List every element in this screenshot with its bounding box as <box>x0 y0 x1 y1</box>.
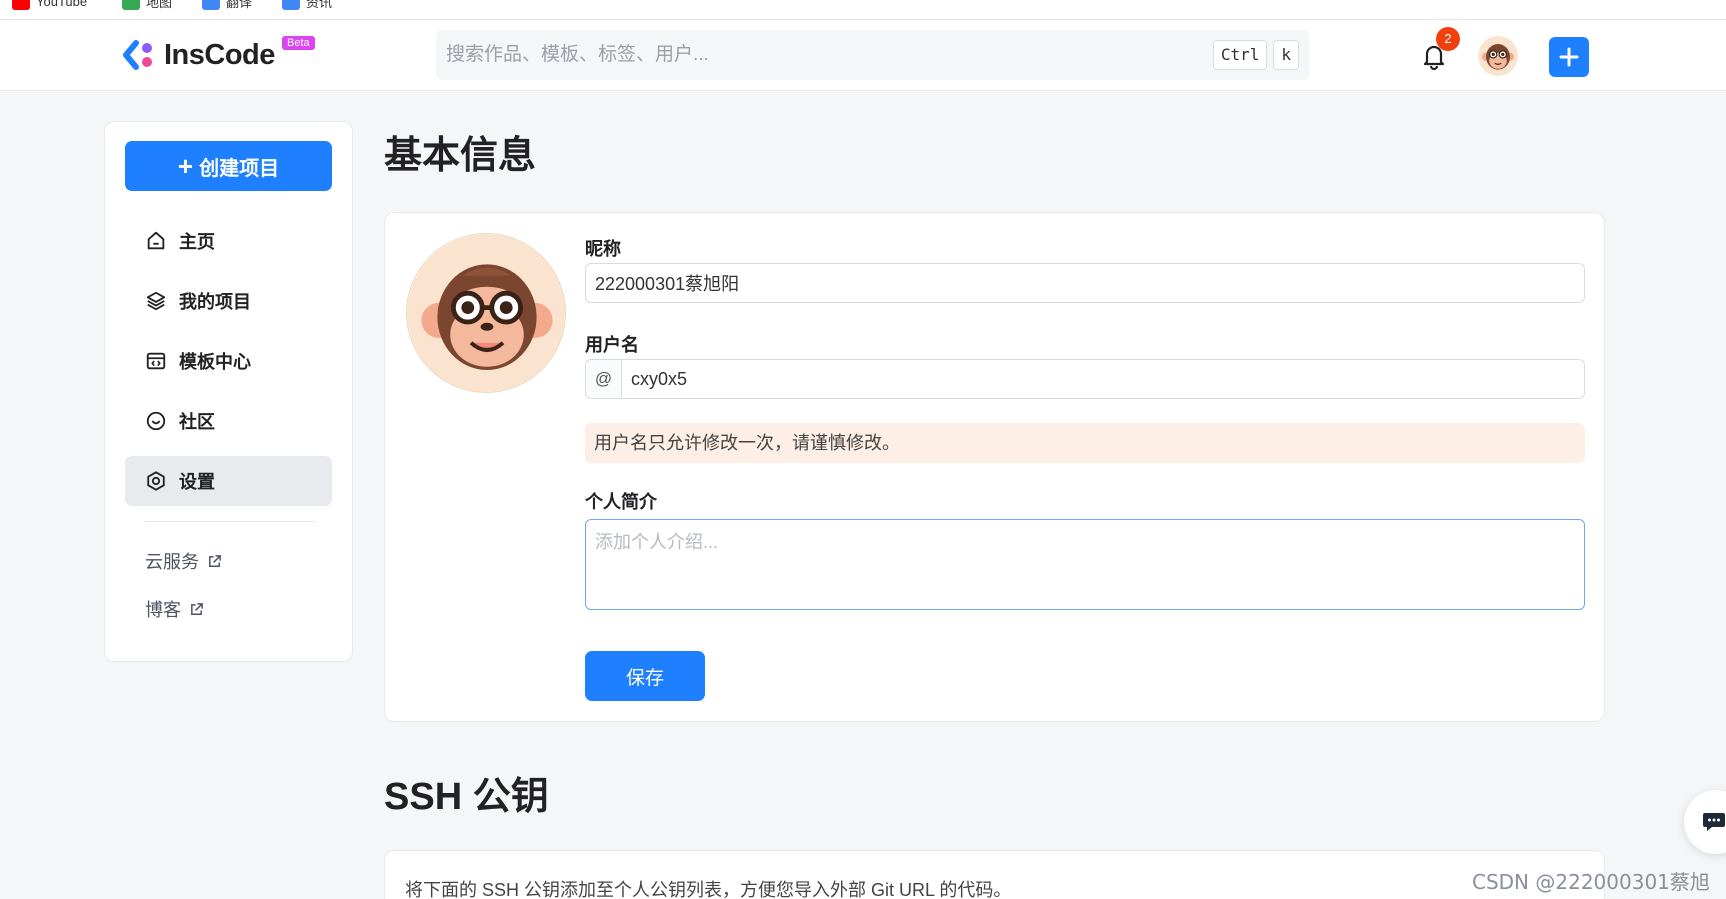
username-warning: 用户名只允许修改一次，请谨慎修改。 <box>585 423 1585 463</box>
chat-float-button[interactable] <box>1684 790 1726 854</box>
settings-icon <box>147 471 165 491</box>
beta-badge: Beta <box>282 36 315 50</box>
bookmark-translate[interactable]: 翻译 <box>202 0 252 10</box>
sidebar-item-settings[interactable]: 设置 <box>125 456 332 506</box>
external-link-icon <box>209 554 221 567</box>
translate-icon <box>202 0 220 10</box>
bookmark-maps[interactable]: 地图 <box>122 0 172 10</box>
news-icon <box>282 0 300 10</box>
nickname-label: 昵称 <box>585 239 621 259</box>
template-icon <box>146 352 166 370</box>
csdn-watermark: CSDN @222000301蔡旭阳 <box>1472 870 1710 894</box>
sidebar-link-blog[interactable]: 博客 <box>145 596 204 622</box>
user-avatar[interactable] <box>1478 36 1518 76</box>
sidebar-divider <box>145 521 315 522</box>
notification-badge: 2 <box>1436 27 1460 51</box>
plus-icon <box>1559 47 1579 67</box>
shortcut-key-k: k <box>1273 40 1299 70</box>
nickname-input[interactable] <box>586 264 1584 302</box>
sidebar-item-my-projects[interactable]: 我的项目 <box>125 276 332 326</box>
monkey-avatar-icon <box>407 234 565 392</box>
sidebar: + 创建项目 主页 我的项目 模板中心 社区 设置 云服务 博客 <box>104 121 353 662</box>
ssh-description: 将下面的 SSH 公钥添加至个人公钥列表，方便您导入外部 Git URL 的代码… <box>405 880 1012 899</box>
monkey-avatar-icon <box>1478 36 1518 76</box>
sidebar-link-cloud-service[interactable]: 云服务 <box>145 548 222 574</box>
bookmark-youtube[interactable]: YouTube <box>12 0 87 10</box>
plus-icon: + <box>177 151 194 181</box>
save-button[interactable]: 保存 <box>585 651 705 701</box>
username-label: 用户名 <box>585 335 639 355</box>
browser-bookmarks-bar: YouTube 地图 翻译 资讯 <box>0 0 1726 20</box>
sidebar-item-home[interactable]: 主页 <box>125 216 332 266</box>
create-project-button[interactable]: + 创建项目 <box>125 141 332 191</box>
header-add-button[interactable] <box>1549 37 1589 77</box>
youtube-icon <box>12 0 30 10</box>
maps-icon <box>122 0 140 10</box>
search-bar[interactable]: Ctrl k <box>436 30 1309 80</box>
username-field[interactable]: @ <box>585 359 1585 399</box>
bio-textarea[interactable] <box>585 519 1585 610</box>
home-icon <box>147 231 165 250</box>
bio-label: 个人简介 <box>585 492 657 512</box>
username-input[interactable] <box>622 360 1584 398</box>
search-input[interactable] <box>446 44 1205 66</box>
ssh-section-title: SSH 公钥 <box>384 776 549 818</box>
inscode-logo-icon <box>123 40 152 70</box>
logo-text: InsCode <box>164 38 275 71</box>
bookmark-news[interactable]: 资讯 <box>282 0 332 10</box>
page-title: 基本信息 <box>384 135 537 177</box>
top-header: InsCode Beta Ctrl k 2 <box>0 20 1726 91</box>
layers-icon <box>146 291 166 311</box>
profile-avatar[interactable] <box>406 233 566 393</box>
external-link-icon <box>191 602 203 615</box>
sidebar-item-templates[interactable]: 模板中心 <box>125 336 332 386</box>
chat-icon <box>1703 813 1725 831</box>
inscode-logo[interactable]: InsCode Beta <box>122 36 315 74</box>
ssh-card: 将下面的 SSH 公钥添加至个人公钥列表，方便您导入外部 Git URL 的代码… <box>384 850 1605 899</box>
community-icon <box>146 411 166 431</box>
basic-info-card: 昵称 用户名 @ 用户名只允许修改一次，请谨慎修改。 个人简介 保存 <box>384 212 1605 722</box>
sidebar-item-community[interactable]: 社区 <box>125 396 332 446</box>
shortcut-key-ctrl: Ctrl <box>1212 40 1268 70</box>
nickname-field[interactable] <box>585 263 1585 303</box>
username-prefix: @ <box>586 360 622 398</box>
